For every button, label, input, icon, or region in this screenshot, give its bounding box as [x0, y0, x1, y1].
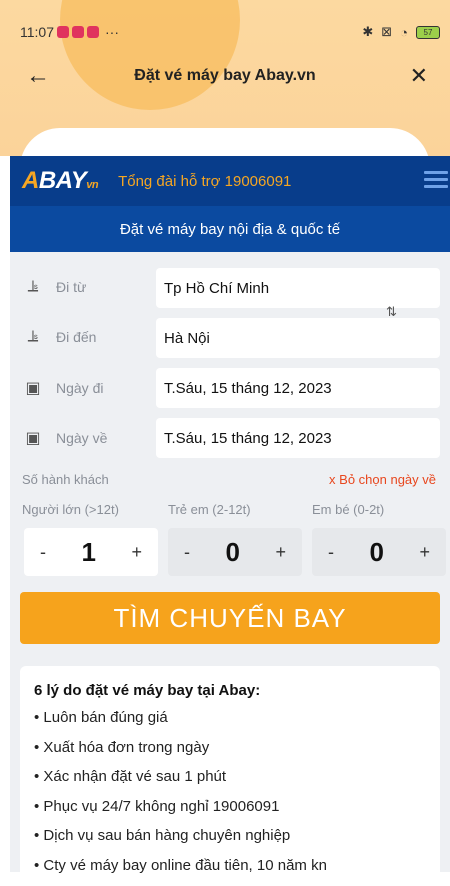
- calendar-icon: ▣: [25, 380, 41, 397]
- reasons-title: 6 lý do đặt vé máy bay tại Abay:: [34, 682, 261, 699]
- from-label: Đi từ: [56, 279, 87, 295]
- child-plus-button[interactable]: +: [275, 542, 286, 563]
- list-item: Xuất hóa đơn trong ngày: [34, 733, 426, 763]
- search-flights-button[interactable]: TÌM CHUYẾN BAY: [20, 592, 440, 644]
- return-label: Ngày về: [56, 430, 108, 446]
- adult-label: Người lớn (>12t): [22, 502, 119, 517]
- back-arrow-icon[interactable]: ←: [26, 62, 50, 90]
- battery-icon: 57: [416, 25, 440, 39]
- list-item: Xác nhận đặt vé sau 1 phút: [34, 762, 426, 792]
- adult-plus-button[interactable]: +: [131, 542, 142, 563]
- list-item: Luôn bán đúng giá: [34, 703, 426, 733]
- reasons-section: 6 lý do đặt vé máy bay tại Abay: Luôn bá…: [10, 650, 450, 886]
- child-label: Trẻ em (2-12t): [168, 502, 251, 517]
- notification-icon: [72, 26, 84, 38]
- brand-bar: ABAYvn Tổng đài hỗ trợ 19006091: [10, 156, 450, 206]
- close-icon[interactable]: ✕: [410, 63, 428, 89]
- header-card-edge: [20, 128, 430, 156]
- status-bar: 11:07 ··· ✱ ⊠ ◔ 57: [20, 22, 440, 42]
- bluetooth-icon: ✱: [362, 24, 374, 39]
- child-count: 0: [225, 536, 240, 567]
- adult-stepper: - 1 +: [24, 528, 158, 576]
- notification-icon: [87, 26, 99, 38]
- list-item: Phục vụ 24/7 không nghỉ 19006091: [34, 792, 426, 822]
- to-label: Đi đến: [56, 329, 97, 345]
- app-header: 11:07 ··· ✱ ⊠ ◔ 57 ← Đặt vé máy bay Abay…: [0, 0, 450, 156]
- to-row: ⫡ Đi đến Hà Nội: [10, 318, 450, 358]
- depart-date-field[interactable]: T.Sáu, 15 tháng 12, 2023: [156, 368, 440, 408]
- sim-icon: ⊠: [381, 24, 393, 39]
- reasons-card: 6 lý do đặt vé máy bay tại Abay: Luôn bá…: [20, 666, 440, 886]
- return-row: ▣ Ngày về T.Sáu, 15 tháng 12, 2023: [10, 418, 450, 458]
- abay-logo[interactable]: ABAYvn: [22, 167, 99, 195]
- infant-count: 0: [369, 536, 384, 567]
- title-bar: ← Đặt vé máy bay Abay.vn ✕: [0, 60, 450, 92]
- return-date-field[interactable]: T.Sáu, 15 tháng 12, 2023: [156, 418, 440, 458]
- from-row: ⫡ Đi từ Tp Hồ Chí Minh: [10, 268, 450, 308]
- to-field[interactable]: Hà Nội: [156, 318, 440, 358]
- status-time: 11:07: [20, 24, 54, 40]
- notification-icon: [57, 26, 69, 38]
- infant-stepper: - 0 +: [312, 528, 446, 576]
- passenger-heading: Số hành khách: [22, 472, 109, 487]
- hotline-text[interactable]: Tổng đài hỗ trợ 19006091: [118, 173, 291, 190]
- reasons-list: Luôn bán đúng giá Xuất hóa đơn trong ngà…: [34, 703, 426, 880]
- infant-minus-button[interactable]: -: [328, 542, 334, 563]
- page-title: Đặt vé máy bay Abay.vn: [134, 67, 316, 84]
- header-decoration: [60, 0, 240, 110]
- wifi-icon: ◔: [400, 24, 408, 40]
- calendar-icon: ▣: [25, 430, 41, 447]
- depart-row: ▣ Ngày đi T.Sáu, 15 tháng 12, 2023: [10, 368, 450, 408]
- plane-takeoff-icon: ⫡: [27, 278, 39, 295]
- remove-return-date-link[interactable]: x Bỏ chọn ngày về: [329, 472, 436, 487]
- depart-label: Ngày đi: [56, 380, 104, 396]
- adult-count: 1: [81, 536, 96, 567]
- child-minus-button[interactable]: -: [184, 542, 190, 563]
- from-field[interactable]: Tp Hồ Chí Minh: [156, 268, 440, 308]
- list-item: Dịch vụ sau bán hàng chuyên nghiệp: [34, 821, 426, 851]
- infant-plus-button[interactable]: +: [419, 542, 430, 563]
- hamburger-menu-icon[interactable]: [424, 171, 448, 192]
- subtitle-bar: Đặt vé máy bay nội địa & quốc tế: [10, 206, 450, 252]
- child-stepper: - 0 +: [168, 528, 302, 576]
- more-notifications-icon: ···: [105, 24, 119, 40]
- list-item: Cty vé máy bay online đầu tiên, 10 năm k…: [34, 851, 426, 881]
- adult-minus-button[interactable]: -: [40, 542, 46, 563]
- infant-label: Em bé (0-2t): [312, 502, 385, 517]
- flight-search-form: ⫡ Đi từ Tp Hồ Chí Minh ⇅ ⫡ Đi đến Hà Nội…: [10, 252, 450, 650]
- plane-landing-icon: ⫡: [27, 328, 39, 345]
